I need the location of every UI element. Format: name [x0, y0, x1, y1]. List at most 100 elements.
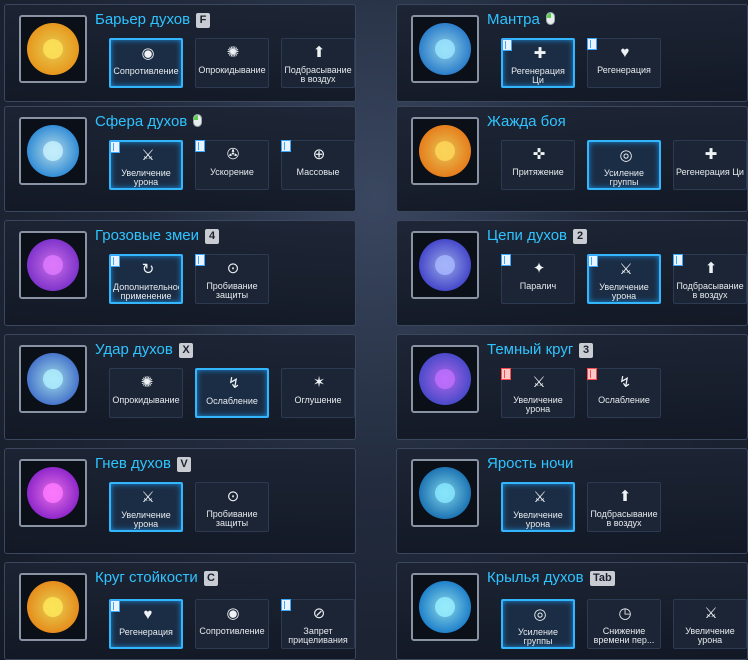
skill-icon[interactable] — [411, 117, 479, 185]
skill-name: Удар духов — [95, 341, 173, 358]
hotkey-badge: V — [177, 457, 191, 472]
skill-option-no-target[interactable]: ⊘ Запрет прицеливания — [281, 599, 355, 649]
skill-name: Крылья духов — [487, 569, 584, 586]
skill-panel: Удар духов X ✺ Опрокидывание ↯ Ослабление ✶ Огл… — [4, 334, 356, 440]
skill-option-label: Опрокидывание — [112, 396, 180, 405]
skill-option-stun[interactable]: ✶ Оглушение — [281, 368, 355, 418]
skill-icon[interactable] — [411, 345, 479, 413]
skill-name: Грозовые змеи — [95, 227, 200, 244]
skill-book-icon — [587, 38, 597, 50]
weaken-icon: ↯ — [227, 375, 241, 392]
skill-option-damage-up[interactable]: ⚔ Увеличение урона — [587, 254, 661, 304]
hotkey-badge: 3 — [579, 343, 593, 358]
aoe-icon: ⊕ — [312, 146, 326, 163]
skill-option-resist[interactable]: ◉ Сопротивление — [195, 599, 269, 649]
skill-name: Жажда боя — [487, 113, 566, 130]
party-buff-icon: ◎ — [533, 606, 547, 623]
launch-icon: ⬆ — [618, 488, 632, 505]
skill-icon[interactable] — [19, 345, 87, 413]
skill-option-damage-up[interactable]: ⚔ Увеличение урона — [673, 599, 747, 649]
skill-option-label: Массовые — [296, 168, 340, 177]
skill-name: Темный круг — [487, 341, 574, 358]
skill-icon[interactable] — [411, 573, 479, 641]
skill-book-icon — [587, 368, 597, 380]
skill-option-label: Регенерация — [597, 66, 651, 75]
skill-option-regen[interactable]: ♥ Регенерация — [587, 38, 661, 88]
skill-option-label: Регенерация — [119, 628, 173, 637]
skill-option-label: Увеличение урона — [121, 511, 171, 529]
skill-option-cooldown[interactable]: ◷ Снижение времени пер... — [587, 599, 661, 649]
skill-book-icon — [588, 255, 598, 267]
no-target-icon: ⊘ — [312, 605, 326, 622]
skill-icon[interactable] — [411, 459, 479, 527]
resist-icon: ◉ — [141, 45, 155, 62]
pierce-icon: ⊙ — [226, 260, 240, 277]
skill-option-label: Регенерация Ци — [511, 67, 565, 85]
skill-option-label: Снижение времени пер... — [593, 627, 655, 645]
skill-option-label: Ускорение — [210, 168, 254, 177]
skill-book-icon — [673, 254, 683, 266]
skill-option-paralysis[interactable]: ✦ Паралич — [501, 254, 575, 304]
skill-option-aoe[interactable]: ⊕ Массовые — [281, 140, 355, 190]
cooldown-icon: ◷ — [618, 605, 632, 622]
stun-icon: ✶ — [312, 374, 326, 391]
skill-book-icon — [501, 254, 511, 266]
skill-icon[interactable] — [19, 573, 87, 641]
damage-up-icon: ⚔ — [619, 261, 633, 278]
skill-option-label: Увеличение урона — [685, 627, 735, 645]
skill-option-launch[interactable]: ⬆ Подбрасывание в воздух — [587, 482, 661, 532]
skill-option-damage-up[interactable]: ⚔ Увеличение урона — [109, 482, 183, 532]
skill-option-label: Паралич — [519, 282, 557, 291]
skill-option-pull[interactable]: ✜ Притяжение — [501, 140, 575, 190]
skill-panel: Сфера духов ⚔ Увеличение урона ✇ Ускорение ⊕ М… — [4, 106, 356, 212]
skill-icon[interactable] — [19, 459, 87, 527]
skill-book-icon — [501, 368, 511, 380]
resist-icon: ◉ — [226, 605, 240, 622]
skill-option-knockdown[interactable]: ✺ Опрокидывание — [109, 368, 183, 418]
skill-book-icon — [281, 140, 291, 152]
skill-option-damage-up[interactable]: ⚔ Увеличение урона — [501, 482, 575, 532]
paralysis-icon: ✦ — [532, 260, 546, 277]
skill-name: Ярость ночи — [487, 455, 574, 472]
hotkey-badge: F — [196, 13, 210, 28]
hotkey-badge: 2 — [573, 229, 587, 244]
skill-panel: Мантра ✚ Регенерация Ци ♥ Регенерация — [396, 4, 748, 102]
skill-option-pierce[interactable]: ⊙ Пробивание защиты — [195, 254, 269, 304]
skill-icon[interactable] — [19, 117, 87, 185]
party-buff-icon: ◎ — [619, 147, 633, 164]
skill-name: Гнев духов — [95, 455, 171, 472]
skill-option-label: Дополнительное применение — [113, 283, 179, 301]
skill-icon[interactable] — [19, 231, 87, 299]
skill-panel: Круг стойкости C ♥ Регенерация ◉ Сопротивлени… — [4, 562, 356, 660]
skill-option-launch[interactable]: ⬆ Подбрасывание в воздух — [281, 38, 355, 88]
skill-option-regen[interactable]: ♥ Регенерация — [109, 599, 183, 649]
skill-name: Цепи духов — [487, 227, 568, 244]
skill-option-damage-up[interactable]: ⚔ Увеличение урона — [501, 368, 575, 418]
skill-option-knockdown[interactable]: ✺ Опрокидывание — [195, 38, 269, 88]
skill-option-damage-up[interactable]: ⚔ Увеличение урона — [109, 140, 183, 190]
haste-icon: ✇ — [226, 146, 240, 163]
skill-option-label: Сопротивление — [113, 67, 179, 76]
skill-option-label: Ослабление — [206, 397, 258, 406]
skill-option-label: Пробивание защиты — [206, 282, 258, 300]
skill-option-resist[interactable]: ◉ Сопротивление — [109, 38, 183, 88]
skill-option-chi-regen[interactable]: ✚ Регенерация Ци — [501, 38, 575, 88]
skill-option-party-buff[interactable]: ◎ Усиление группы — [501, 599, 575, 649]
skill-option-weaken[interactable]: ↯ Ослабление — [587, 368, 661, 418]
skill-option-launch[interactable]: ⬆ Подбрасывание в воздух — [673, 254, 747, 304]
skill-icon[interactable] — [19, 15, 87, 83]
skill-option-chi-regen[interactable]: ✚ Регенерация Ци — [673, 140, 747, 190]
skill-icon[interactable] — [411, 15, 479, 83]
skill-option-party-buff[interactable]: ◎ Усиление группы — [587, 140, 661, 190]
skill-option-weaken[interactable]: ↯ Ослабление — [195, 368, 269, 418]
skill-option-pierce[interactable]: ⊙ Пробивание защиты — [195, 482, 269, 532]
damage-up-icon: ⚔ — [533, 489, 547, 506]
skill-option-haste[interactable]: ✇ Ускорение — [195, 140, 269, 190]
skill-panel: Гнев духов V ⚔ Увеличение урона ⊙ Пробивание … — [4, 448, 356, 554]
skill-option-label: Притяжение — [512, 168, 564, 177]
launch-icon: ⬆ — [704, 260, 718, 277]
skill-icon[interactable] — [411, 231, 479, 299]
skill-book-icon — [110, 600, 120, 612]
skill-option-extra-cast[interactable]: ↻ Дополнительное применение — [109, 254, 183, 304]
skill-option-label: Усиление группы — [518, 628, 558, 646]
